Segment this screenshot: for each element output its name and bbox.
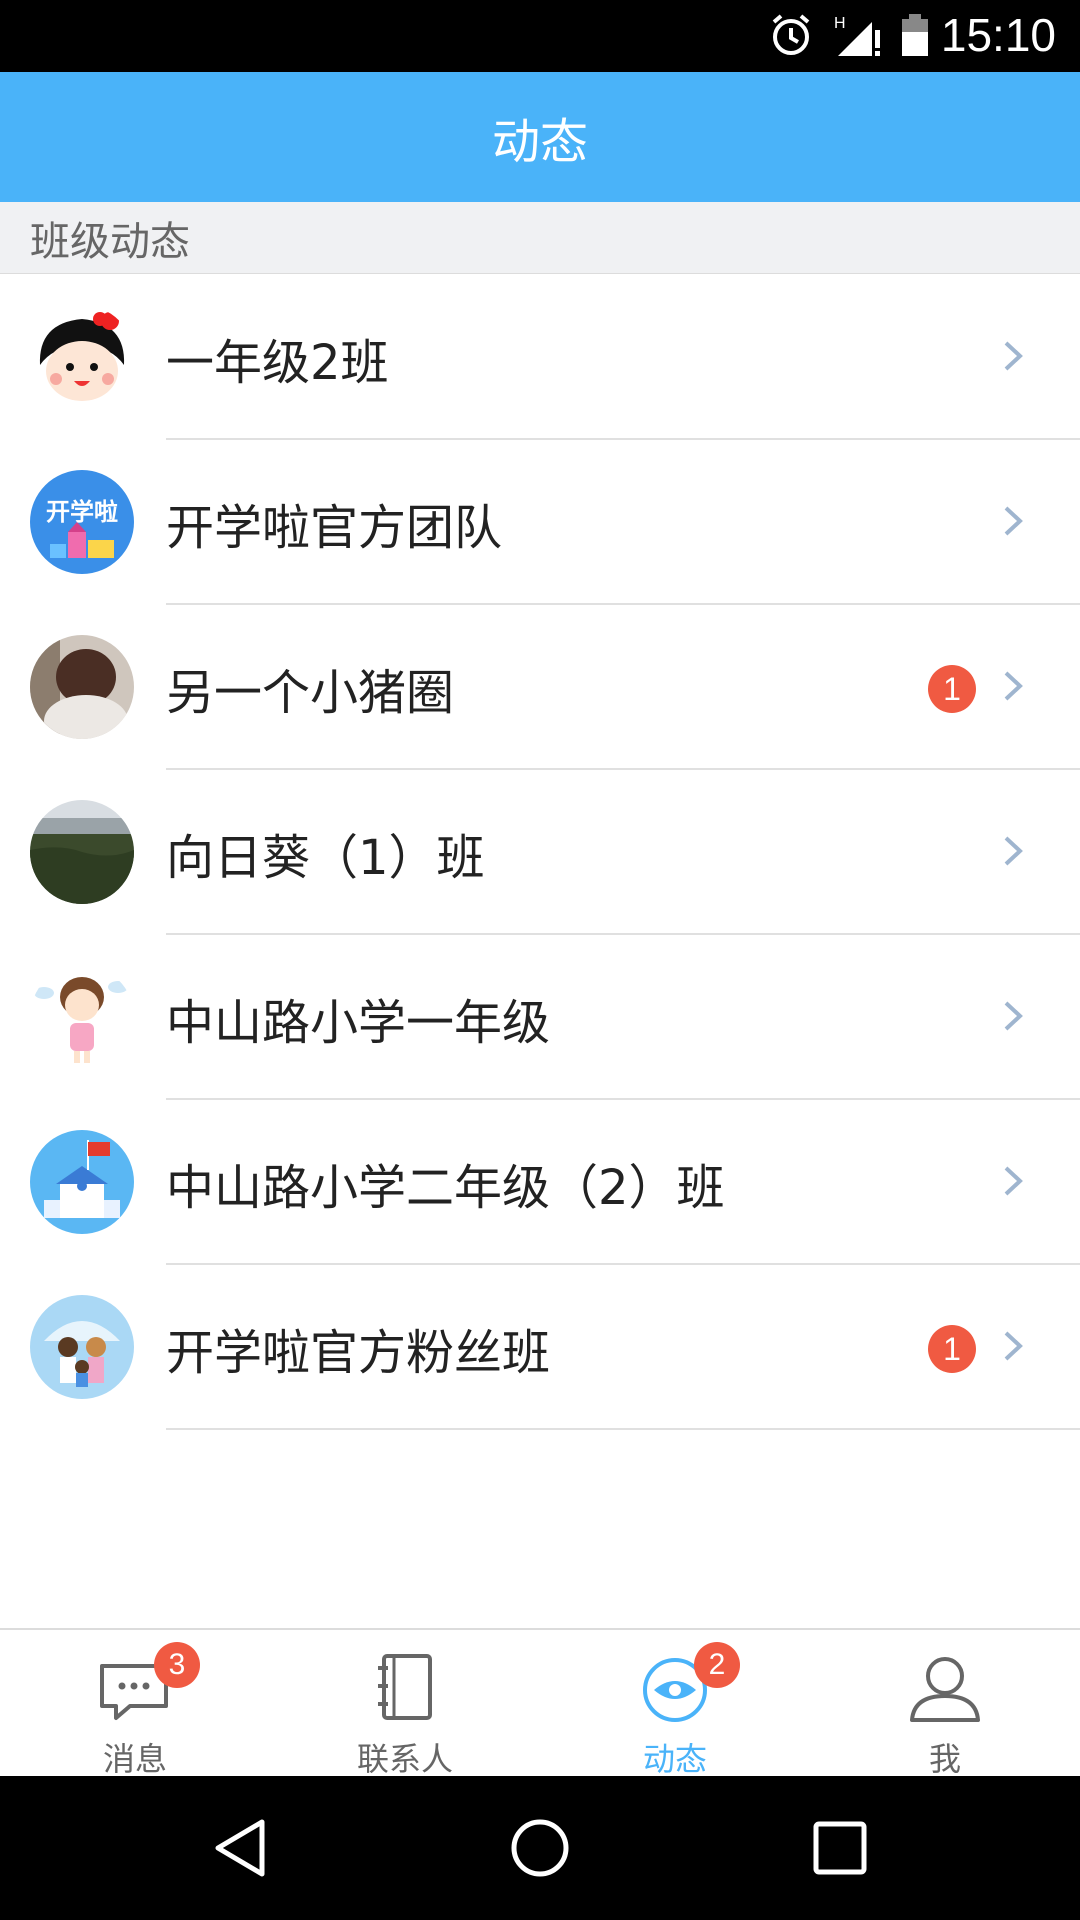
tab-label: 动态 bbox=[642, 1740, 707, 1778]
tab-messages[interactable]: 3 消息 bbox=[0, 1630, 270, 1778]
tab-contacts[interactable]: 联系人 bbox=[270, 1630, 540, 1778]
recents-icon[interactable] bbox=[806, 1814, 874, 1882]
avatar bbox=[30, 800, 134, 904]
section-header: 班级动态 bbox=[0, 202, 1080, 274]
app-bar: 动态 bbox=[0, 72, 1080, 202]
tab-moments[interactable]: 2 动态 bbox=[540, 1630, 810, 1778]
profile-icon bbox=[900, 1648, 990, 1728]
chevron-right-icon bbox=[1004, 341, 1023, 371]
back-icon[interactable] bbox=[206, 1814, 274, 1882]
avatar bbox=[30, 635, 134, 739]
home-icon[interactable] bbox=[506, 1814, 574, 1882]
page-title: 动态 bbox=[491, 114, 588, 170]
svg-text:H: H bbox=[834, 15, 846, 32]
list-item-label: 向日葵（1）班 bbox=[166, 829, 485, 886]
avatar bbox=[30, 305, 134, 409]
moments-icon: 2 bbox=[630, 1642, 740, 1728]
status-icons: H bbox=[768, 12, 930, 58]
list-item[interactable]: 一年级2班 bbox=[0, 275, 1080, 440]
avatar bbox=[30, 1130, 134, 1234]
chevron-right-icon bbox=[1004, 836, 1023, 866]
system-nav-bar bbox=[0, 1776, 1080, 1920]
chevron-right-icon bbox=[1004, 1001, 1023, 1031]
tab-label: 联系人 bbox=[356, 1740, 453, 1778]
chevron-right-icon bbox=[1004, 1166, 1023, 1196]
tab-badge: 3 bbox=[154, 1642, 200, 1688]
list-item[interactable]: 开学啦官方粉丝班 1 bbox=[0, 1265, 1080, 1430]
list-item[interactable]: 中山路小学二年级（2）班 bbox=[0, 1100, 1080, 1265]
unread-badge: 1 bbox=[928, 1325, 976, 1373]
alarm-icon bbox=[772, 14, 810, 55]
battery-icon bbox=[902, 14, 928, 56]
list-item-label: 中山路小学一年级 bbox=[166, 994, 551, 1051]
chevron-right-icon bbox=[1004, 1331, 1023, 1361]
tab-profile[interactable]: 我 bbox=[810, 1630, 1080, 1778]
list-item-label: 开学啦官方粉丝班 bbox=[166, 1324, 551, 1381]
list-item-label: 一年级2班 bbox=[166, 334, 389, 391]
avatar: 开学啦 bbox=[30, 470, 134, 574]
clock: 15:10 bbox=[940, 9, 1056, 61]
avatar bbox=[30, 965, 134, 1069]
tab-badge: 2 bbox=[694, 1642, 740, 1688]
list-item-label: 另一个小猪圈 bbox=[166, 664, 455, 721]
class-list: 一年级2班 开学啦 开学啦官方团队 另一个小猪圈 1 向日葵（1）班 中山路小学… bbox=[0, 275, 1080, 1430]
unread-badge: 1 bbox=[928, 665, 976, 713]
list-item[interactable]: 中山路小学一年级 bbox=[0, 935, 1080, 1100]
list-item[interactable]: 向日葵（1）班 bbox=[0, 770, 1080, 935]
tab-label: 我 bbox=[928, 1740, 961, 1778]
avatar bbox=[30, 1295, 134, 1399]
list-item[interactable]: 另一个小猪圈 1 bbox=[0, 605, 1080, 770]
contacts-icon bbox=[360, 1648, 450, 1728]
signal-icon: H bbox=[834, 15, 880, 56]
list-item[interactable]: 开学啦 开学啦官方团队 bbox=[0, 440, 1080, 605]
chevron-right-icon bbox=[1004, 506, 1023, 536]
status-bar: H 15:10 bbox=[0, 0, 1080, 72]
bottom-tab-bar: 3 消息 联系人 2 动态 我 bbox=[0, 1628, 1080, 1778]
chevron-right-icon bbox=[1004, 671, 1023, 701]
section-title: 班级动态 bbox=[30, 218, 190, 265]
list-item-label: 开学啦官方团队 bbox=[166, 499, 503, 556]
list-item-label: 中山路小学二年级（2）班 bbox=[166, 1159, 725, 1216]
divider bbox=[166, 1428, 1080, 1430]
svg-text:开学啦: 开学啦 bbox=[46, 498, 118, 526]
message-icon: 3 bbox=[90, 1642, 200, 1728]
tab-label: 消息 bbox=[102, 1740, 167, 1778]
